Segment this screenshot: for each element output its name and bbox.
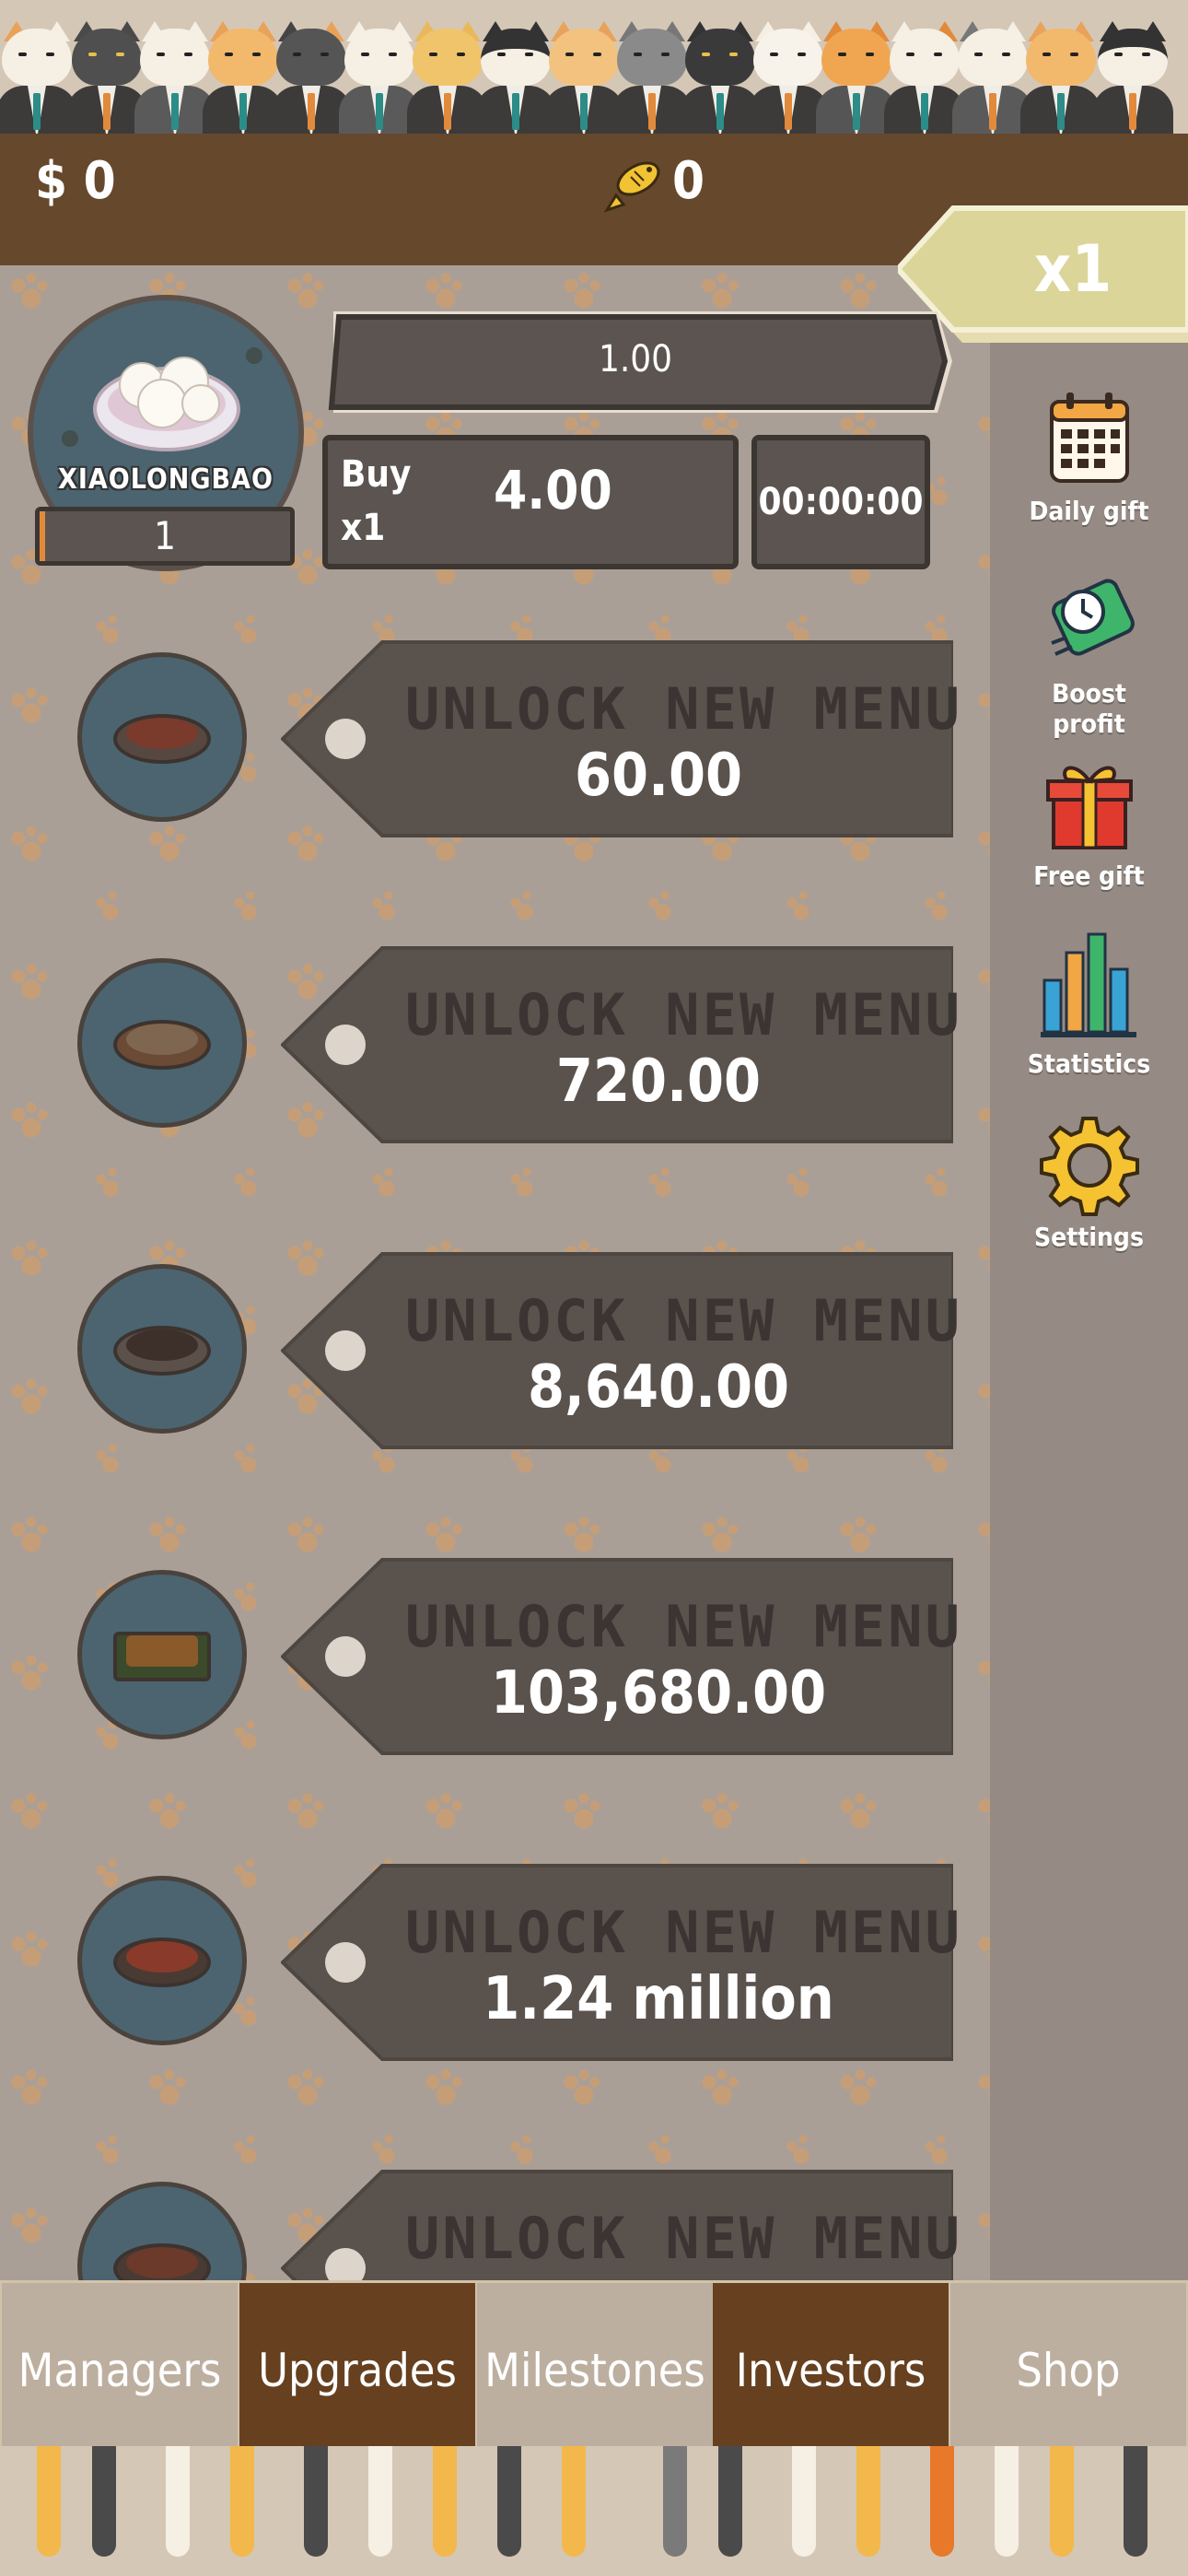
sidebar-label: Daily gift — [1029, 496, 1149, 526]
tab-investors[interactable]: Investors — [713, 2283, 949, 2447]
sidebar-settings-button[interactable]: Settings — [1022, 1115, 1156, 1252]
cat-decoration — [680, 21, 761, 134]
cat-decoration — [271, 21, 352, 134]
sidebar-free-gift-button[interactable]: Free gift — [1022, 754, 1156, 891]
calendar-icon — [1039, 389, 1140, 490]
unlock-title: UNLOCK NEW MENU — [405, 1899, 962, 1966]
unlock-title: UNLOCK NEW MENU — [405, 675, 962, 743]
gear-icon — [1039, 1115, 1140, 1216]
dish-icon — [77, 652, 247, 822]
fish-counter: 0 — [672, 151, 705, 211]
cat-decoration — [339, 21, 420, 134]
cat-decoration — [134, 21, 215, 134]
sidebar-label: Free gift — [1033, 861, 1145, 891]
money-counter: $ 0 — [35, 151, 116, 211]
unlock-title: UNLOCK NEW MENU — [405, 981, 962, 1048]
tab-managers[interactable]: Managers — [2, 2283, 238, 2447]
cat-decoration — [543, 21, 624, 134]
cat-tails-decoration — [0, 2446, 1188, 2576]
tab-shop[interactable]: Shop — [950, 2283, 1186, 2447]
product-name: XIAOLONGBAO — [58, 463, 274, 496]
sidebar-statistics-button[interactable]: Statistics — [1022, 932, 1156, 1079]
gift-icon — [1039, 754, 1140, 855]
unlock-menu-row[interactable]: UNLOCK NEW MENU 60.00 — [0, 638, 990, 841]
cat-decoration — [407, 21, 488, 134]
sidebar-boost-profit-button[interactable]: Boost profit — [1022, 571, 1156, 739]
dish-icon — [77, 1264, 247, 1434]
dish-icon — [77, 1570, 247, 1739]
boost-clock-icon — [1039, 571, 1140, 673]
cat-decoration — [66, 21, 147, 134]
tab-upgrades[interactable]: Upgrades — [239, 2283, 475, 2447]
buy-label: Buy — [341, 453, 412, 496]
production-value: 1.00 — [598, 338, 673, 381]
product-level-bar: 1 — [35, 507, 295, 566]
unlock-menu-row[interactable]: UNLOCK NEW MENU 720.00 — [0, 944, 990, 1147]
dish-icon — [77, 958, 247, 1128]
unlock-price: 60.00 — [574, 742, 743, 810]
production-timer[interactable]: 00:00:00 — [751, 435, 930, 569]
unlock-menu-row[interactable]: UNLOCK NEW MENU 8,640.00 — [0, 1250, 990, 1453]
product-level: 1 — [153, 513, 177, 558]
cat-decoration — [611, 21, 693, 134]
unlock-price: 720.00 — [555, 1048, 762, 1116]
tab-milestones[interactable]: Milestones — [477, 2283, 713, 2447]
cat-decoration — [203, 21, 284, 134]
cat-decoration — [475, 21, 556, 134]
sidebar-daily-gift-button[interactable]: Daily gift — [1022, 389, 1156, 526]
cat-decoration — [0, 21, 77, 134]
unlock-price: 103,680.00 — [490, 1659, 827, 1727]
buy-quantity: x1 — [341, 507, 386, 549]
cat-decoration — [748, 21, 829, 134]
sidebar-label: Boost profit — [1052, 678, 1126, 739]
dish-icon — [77, 1876, 247, 2045]
bar-chart-icon — [1039, 932, 1140, 1043]
unlock-price: 8,640.00 — [527, 1353, 790, 1422]
buy-button[interactable]: Buy x1 4.00 — [322, 435, 739, 569]
unlock-title: UNLOCK NEW MENU — [405, 1287, 962, 1354]
cat-decoration — [952, 21, 1033, 134]
sidebar-panel — [990, 265, 1188, 2283]
buy-price: 4.00 — [494, 459, 612, 521]
unlock-menu-row[interactable]: UNLOCK NEW MENU 103,680.00 — [0, 1556, 990, 1759]
cat-decoration — [884, 21, 965, 134]
sidebar-label: Settings — [1034, 1222, 1144, 1252]
sidebar-label: Statistics — [1027, 1048, 1151, 1079]
unlock-title: UNLOCK NEW MENU — [405, 1593, 962, 1660]
multiplier-label: x1 — [1033, 231, 1112, 307]
cat-decoration — [1020, 21, 1101, 134]
unlock-title: UNLOCK NEW MENU — [405, 2205, 962, 2272]
unlock-menu-row[interactable]: UNLOCK NEW MENU 1.24 million — [0, 1862, 990, 2065]
fish-icon — [603, 149, 668, 214]
cat-decoration — [1092, 21, 1173, 134]
cats-banner — [0, 0, 1188, 134]
unlock-price: 1.24 million — [483, 1965, 834, 2033]
cat-decoration — [816, 21, 897, 134]
